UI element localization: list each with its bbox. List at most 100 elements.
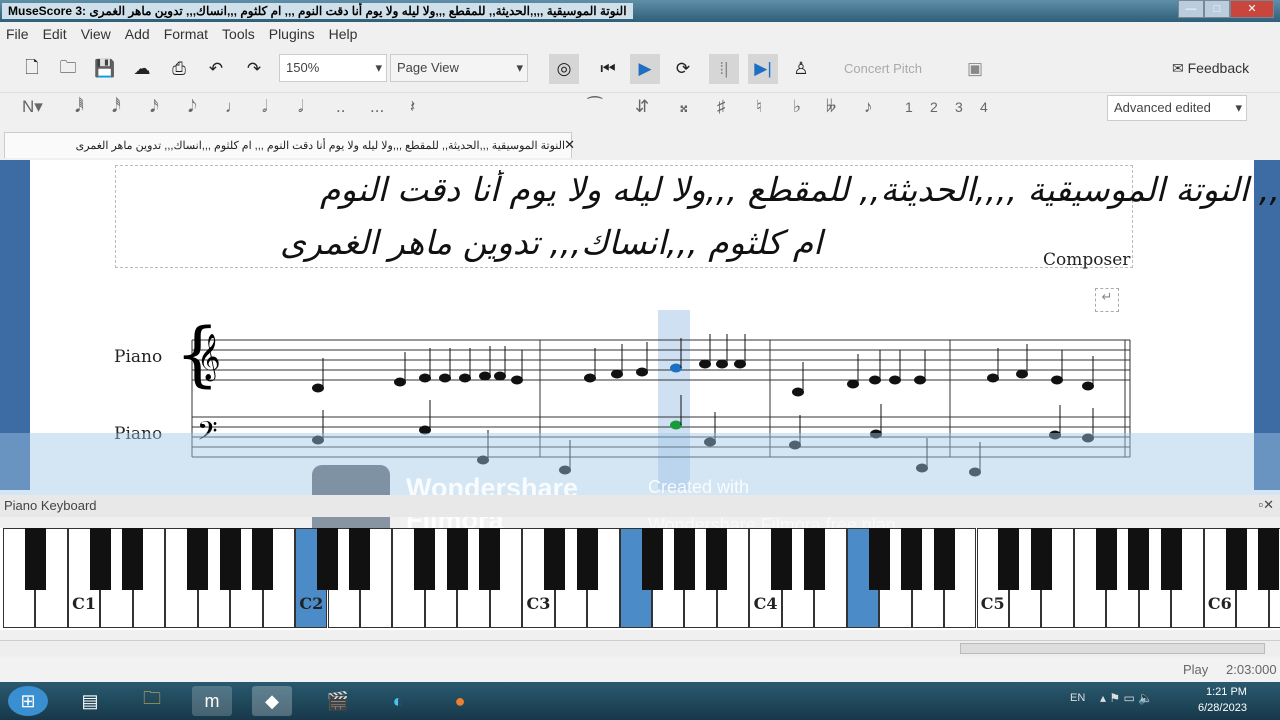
language-indicator[interactable]: EN	[1070, 692, 1085, 704]
note-head[interactable]	[636, 367, 648, 377]
scrollbar-thumb[interactable]	[960, 643, 1265, 654]
black-key[interactable]	[1030, 528, 1052, 590]
black-key[interactable]	[317, 528, 338, 590]
note-head[interactable]	[914, 375, 926, 385]
menu-file[interactable]: File	[6, 26, 29, 42]
save-icon[interactable]: 💾	[90, 54, 120, 84]
black-key[interactable]	[1160, 528, 1182, 590]
play-icon[interactable]: ▶	[630, 54, 660, 84]
menu-view[interactable]: View	[81, 26, 111, 42]
double-dot-icon[interactable]: ...	[370, 97, 384, 117]
edge-icon[interactable]: ◐	[378, 686, 418, 716]
black-key[interactable]	[1095, 528, 1117, 590]
flip-direction-icon[interactable]: ♪	[864, 97, 873, 117]
maximize-button[interactable]: □	[1204, 0, 1230, 18]
note-head[interactable]	[847, 379, 859, 389]
duration-half-icon[interactable]: 𝅗𝅥	[262, 97, 267, 117]
black-key[interactable]	[187, 528, 209, 590]
black-key[interactable]	[349, 528, 371, 590]
note-head[interactable]	[670, 363, 682, 373]
note-head[interactable]	[459, 373, 471, 383]
view-mode-select[interactable]: Page View ▾	[390, 54, 528, 82]
duration-16th-icon[interactable]: 𝅘𝅥𝅯	[150, 97, 159, 117]
note-head[interactable]	[1051, 375, 1063, 385]
composer-text[interactable]: Composer	[1043, 250, 1130, 270]
clock-time[interactable]: 1:21 PM	[1206, 686, 1247, 698]
filmora-icon[interactable]: ◆	[252, 686, 292, 716]
image-capture-icon[interactable]: ▣	[960, 54, 990, 84]
note-head[interactable]	[419, 373, 431, 383]
black-key[interactable]	[252, 528, 274, 590]
black-key[interactable]	[24, 528, 46, 590]
dot-icon[interactable]: ..	[336, 97, 345, 117]
menu-plugins[interactable]: Plugins	[269, 26, 315, 42]
score-tab[interactable]: النوتة الموسيقية ,,,الحديثة,, للمقطع ,,,…	[4, 132, 575, 158]
black-key[interactable]	[122, 528, 144, 590]
concert-pitch-button[interactable]: Concert Pitch	[844, 61, 922, 76]
score-title-line2[interactable]: ام كلثوم ,,,انساك,,, تدوين ماهر الغمرى	[280, 223, 822, 262]
note-head[interactable]	[670, 420, 682, 430]
black-key[interactable]	[868, 528, 890, 590]
clock-date[interactable]: 6/28/2023	[1198, 702, 1247, 714]
note-head[interactable]	[987, 373, 999, 383]
voice-2[interactable]: 2	[930, 99, 938, 115]
firefox-icon[interactable]: ●	[440, 686, 480, 716]
note-head[interactable]	[479, 371, 491, 381]
flip-icon[interactable]: ⇵	[635, 97, 649, 117]
voice-1[interactable]: 1	[905, 99, 913, 115]
piano-keyboard[interactable]: C1 C2 C3 C4 C5 C6	[0, 528, 1280, 630]
loop-icon[interactable]: ⟳	[668, 54, 698, 84]
note-head[interactable]	[1082, 381, 1094, 391]
musescore-icon[interactable]: m	[192, 686, 232, 716]
horizontal-scrollbar[interactable]	[0, 640, 1280, 656]
duration-32nd-icon[interactable]: 𝅘𝅥𝅰	[112, 97, 121, 117]
tray-icons[interactable]: ▴ ⚑ ▭ 🔈	[1100, 691, 1153, 705]
metronome-icon[interactable]: ♙	[786, 54, 816, 84]
duration-whole-icon[interactable]: 𝅗𝅥	[298, 97, 303, 117]
new-file-icon[interactable]: 🗋	[17, 54, 47, 84]
menu-help[interactable]: Help	[329, 26, 358, 42]
black-key[interactable]	[1128, 528, 1150, 590]
taskbar-app-icon[interactable]: ▤	[70, 686, 110, 716]
workspace-select[interactable]: Advanced edited ▾	[1107, 95, 1247, 121]
note-head[interactable]	[439, 373, 451, 383]
menu-format[interactable]: Format	[164, 26, 208, 42]
note-head[interactable]	[734, 359, 746, 369]
video-editor-icon[interactable]: 🎬	[318, 686, 358, 716]
black-key[interactable]	[219, 528, 241, 590]
score-title-line1[interactable]: ,, النوتة الموسيقية ,,,,الحديثة,, للمقطع…	[30, 170, 1280, 209]
note-input-icon[interactable]: N▾	[22, 97, 43, 117]
note-head[interactable]	[611, 369, 623, 379]
note-head[interactable]	[869, 375, 881, 385]
black-key[interactable]	[446, 528, 468, 590]
note-head[interactable]	[699, 359, 711, 369]
close-button[interactable]: ✕	[1230, 0, 1274, 18]
black-key[interactable]	[901, 528, 923, 590]
pan-icon[interactable]: ▶|	[748, 54, 778, 84]
repeat-icon[interactable]: ⁞|	[709, 54, 739, 84]
file-explorer-icon[interactable]: 🗀	[132, 686, 172, 716]
cloud-upload-icon[interactable]: ☁	[127, 54, 157, 84]
print-icon[interactable]: ⎙	[164, 54, 194, 84]
black-key[interactable]	[1225, 528, 1247, 590]
black-key[interactable]	[933, 528, 955, 590]
black-key[interactable]	[576, 528, 598, 590]
note-head[interactable]	[494, 371, 506, 381]
black-key[interactable]	[479, 528, 501, 590]
minimize-button[interactable]: —	[1178, 0, 1204, 18]
note-head[interactable]	[716, 359, 728, 369]
note-head[interactable]	[584, 373, 596, 383]
black-key[interactable]	[544, 528, 566, 590]
duration-quarter-icon[interactable]: ♩	[225, 97, 242, 117]
black-key[interactable]	[998, 528, 1020, 590]
open-folder-icon[interactable]: 🗀	[53, 54, 83, 84]
voice-3[interactable]: 3	[955, 99, 963, 115]
redo-icon[interactable]: ↷	[239, 54, 269, 84]
black-key[interactable]	[706, 528, 728, 590]
double-sharp-icon[interactable]: 𝄪	[680, 97, 688, 117]
start-button[interactable]: ⊞	[8, 686, 48, 716]
duration-64th-icon[interactable]: 𝅘𝅥𝅱	[75, 97, 84, 117]
midi-input-icon[interactable]: ◎	[549, 54, 579, 84]
black-key[interactable]	[89, 528, 111, 590]
black-key[interactable]	[803, 528, 825, 590]
